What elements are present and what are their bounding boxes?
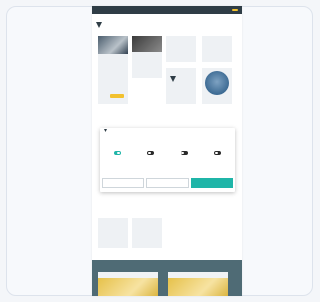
cookie-modal-actions xyxy=(102,178,233,188)
logo-mark-icon xyxy=(96,22,102,28)
footer-card-1-image xyxy=(98,278,158,296)
tile-2[interactable] xyxy=(132,36,162,78)
tile-1-button[interactable] xyxy=(110,94,124,98)
tile-3[interactable] xyxy=(166,36,196,62)
cookie-toggle-group-1 xyxy=(104,148,130,164)
tile-1[interactable] xyxy=(98,36,128,104)
top-utility-bar xyxy=(92,6,242,14)
tile-4[interactable] xyxy=(202,36,232,62)
cookie-toggle-group-2 xyxy=(138,148,164,164)
modal-logo-icon xyxy=(104,129,107,132)
main-navigation xyxy=(92,14,242,36)
cookie-toggle-4[interactable] xyxy=(214,151,222,155)
footer-band xyxy=(92,260,242,296)
cookie-toggle-group-4 xyxy=(205,148,231,164)
cookie-button-1[interactable] xyxy=(102,178,145,188)
tile-6-circular-image xyxy=(205,71,229,95)
footer-card-1[interactable] xyxy=(98,272,158,296)
cookie-toggles xyxy=(104,148,231,164)
tile-5-logo-icon xyxy=(170,76,176,82)
cookie-toggle-1[interactable] xyxy=(113,151,121,155)
site-logo[interactable] xyxy=(96,22,120,28)
tile-2-image xyxy=(132,36,162,52)
cookie-consent-modal xyxy=(100,128,235,192)
section-card-2[interactable] xyxy=(132,218,162,248)
cookie-button-2[interactable] xyxy=(146,178,189,188)
cookie-toggle-2[interactable] xyxy=(147,151,155,155)
tile-6[interactable] xyxy=(202,68,232,104)
tile-1-image xyxy=(98,36,128,54)
footer-card-2-image xyxy=(168,278,228,296)
tile-5[interactable] xyxy=(166,68,196,104)
footer-card-2[interactable] xyxy=(168,272,228,296)
topbar-cta-button[interactable] xyxy=(232,9,238,11)
cookie-accept-button[interactable] xyxy=(190,178,233,188)
cookie-toggle-group-3 xyxy=(171,148,197,164)
cookie-toggle-3[interactable] xyxy=(180,151,188,155)
section-card-1[interactable] xyxy=(98,218,128,248)
website-screenshot xyxy=(92,6,242,296)
